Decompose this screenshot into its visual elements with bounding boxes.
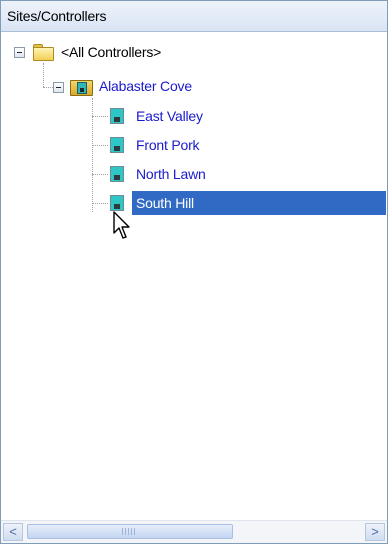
tree-connector bbox=[92, 203, 108, 204]
controller-icon bbox=[110, 166, 124, 182]
controller-icon bbox=[110, 108, 124, 124]
tree-node-label[interactable]: North Lawn bbox=[136, 164, 206, 184]
scroll-right-button[interactable]: > bbox=[365, 523, 385, 541]
panel-header: Sites/Controllers bbox=[1, 1, 387, 32]
horizontal-scrollbar[interactable]: < > bbox=[1, 520, 387, 543]
panel-title: Sites/Controllers bbox=[7, 8, 107, 24]
collapse-toggle-icon[interactable] bbox=[14, 47, 25, 58]
site-folder-icon bbox=[70, 77, 93, 96]
tree-connector bbox=[92, 145, 108, 146]
scroll-left-button[interactable]: < bbox=[3, 523, 23, 541]
tree-node-label[interactable]: <All Controllers> bbox=[61, 42, 161, 62]
tree-node-label[interactable]: East Valley bbox=[136, 106, 203, 126]
tree-connector bbox=[43, 87, 53, 88]
tree-node-label: South Hill bbox=[136, 195, 194, 211]
tree-node-label[interactable]: Front Pork bbox=[136, 135, 200, 155]
mouse-pointer-icon bbox=[113, 211, 130, 239]
controller-tree[interactable]: <All Controllers> Alabaster Cove East Va… bbox=[1, 31, 387, 519]
tree-node-label[interactable]: Alabaster Cove bbox=[99, 76, 192, 96]
sites-controllers-panel: Sites/Controllers <All Controllers> Alab… bbox=[0, 0, 388, 544]
selected-tree-node-label[interactable]: South Hill bbox=[132, 191, 386, 215]
tree-connector bbox=[92, 116, 108, 117]
folder-icon bbox=[33, 44, 54, 61]
controller-icon bbox=[110, 195, 124, 211]
tree-connector bbox=[92, 174, 108, 175]
collapse-toggle-icon[interactable] bbox=[53, 82, 64, 93]
controller-icon bbox=[110, 137, 124, 153]
tree-connector bbox=[43, 63, 44, 87]
scrollbar-thumb[interactable] bbox=[27, 524, 233, 539]
